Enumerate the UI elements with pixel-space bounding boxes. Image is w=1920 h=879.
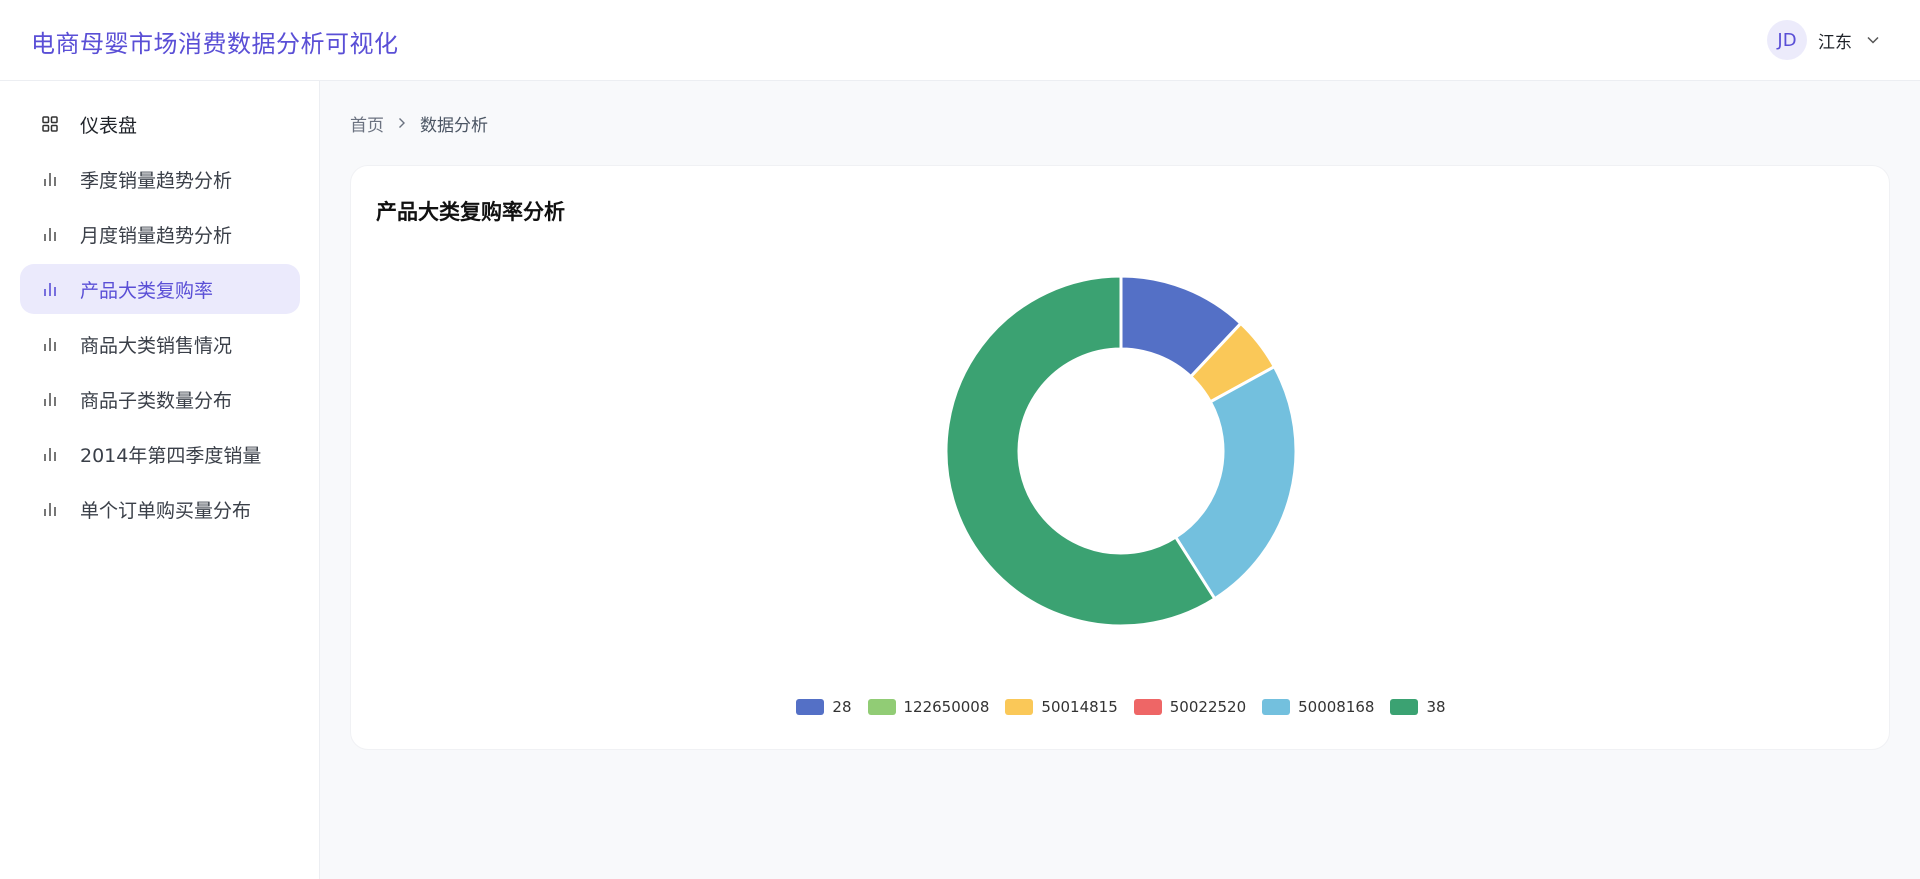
top-header: 电商母婴市场消费数据分析可视化 JD 江东 [0,0,1920,81]
avatar[interactable]: JD [1767,20,1807,60]
sidebar-item-subcategory-distribution[interactable]: 商品子类数量分布 [20,374,300,424]
sidebar-item-label: 2014年第四季度销量 [80,444,262,467]
legend-item[interactable]: 50022520 [1133,698,1247,716]
user-menu[interactable]: JD 江东 [1767,20,1880,60]
chevron-down-icon[interactable] [1866,33,1880,47]
chart-card: 产品大类复购率分析 28 122650008 50014815 50022520 500… [350,165,1890,750]
bar-chart-icon [40,169,60,189]
breadcrumb-home[interactable]: 首页 [350,111,384,136]
bar-chart-icon [40,444,60,464]
sidebar-item-monthly-sales-trend[interactable]: 月度销量趋势分析 [20,209,300,259]
legend-label: 50022520 [1169,698,1247,716]
sidebar-item-label: 月度销量趋势分析 [80,224,233,247]
sidebar-item-quarterly-sales-trend[interactable]: 季度销量趋势分析 [20,154,300,204]
sidebar-item-label: 产品大类复购率 [80,279,214,302]
sidebar-item-2014-q4-sales[interactable]: 2014年第四季度销量 [20,429,300,479]
legend-swatch [1133,699,1162,715]
bar-chart-icon [40,224,60,244]
sidebar-item-label: 单个订单购买量分布 [80,499,252,522]
bar-chart-icon [40,499,60,519]
legend-label: 50014815 [1041,698,1118,716]
legend-item[interactable]: 38 [1390,698,1446,716]
sidebar-item-category-sales[interactable]: 商品大类销售情况 [20,319,300,369]
app-title: 电商母婴市场消费数据分析可视化 [31,30,399,58]
sidebar-item-label: 商品子类数量分布 [80,389,233,412]
chart-legend: 28 122650008 50014815 50022520 50008168 38 [351,697,1891,717]
breadcrumb-current: 数据分析 [420,115,488,136]
breadcrumb: 首页 数据分析 [350,111,488,136]
legend-swatch [1262,699,1291,715]
sidebar-item-dashboard[interactable]: 仪表盘 [20,99,300,149]
chevron-right-icon [398,117,406,129]
legend-label: 38 [1426,698,1446,716]
legend-swatch [1390,699,1419,715]
legend-item[interactable]: 50014815 [1005,698,1118,716]
legend-item[interactable]: 50008168 [1262,698,1374,716]
legend-swatch [796,699,825,715]
legend-label: 50008168 [1298,698,1375,716]
sidebar-item-label: 商品大类销售情况 [80,334,233,357]
user-name[interactable]: 江东 [1818,28,1852,53]
sidebar-item-label: 季度销量趋势分析 [80,169,233,192]
legend-label: 122650008 [903,698,990,716]
bar-chart-icon [40,334,60,354]
legend-label: 28 [832,698,852,716]
legend-swatch [867,699,896,715]
legend-swatch [1005,699,1034,715]
donut-chart [944,274,1298,628]
sidebar: 仪表盘 季度销量趋势分析 月度销量趋势分析 产品大类复购率 商品大类销售情况 商… [0,81,320,879]
sidebar-menu: 仪表盘 季度销量趋势分析 月度销量趋势分析 产品大类复购率 商品大类销售情况 商… [20,99,300,539]
bar-chart-icon [40,279,60,299]
grid-icon [40,114,60,134]
sidebar-item-label: 仪表盘 [80,114,138,137]
legend-item[interactable]: 28 [796,698,852,716]
legend-item[interactable]: 122650008 [867,698,990,716]
bar-chart-icon [40,389,60,409]
sidebar-item-category-repurchase-rate[interactable]: 产品大类复购率 [20,264,300,314]
sidebar-item-order-quantity-distribution[interactable]: 单个订单购买量分布 [20,484,300,534]
